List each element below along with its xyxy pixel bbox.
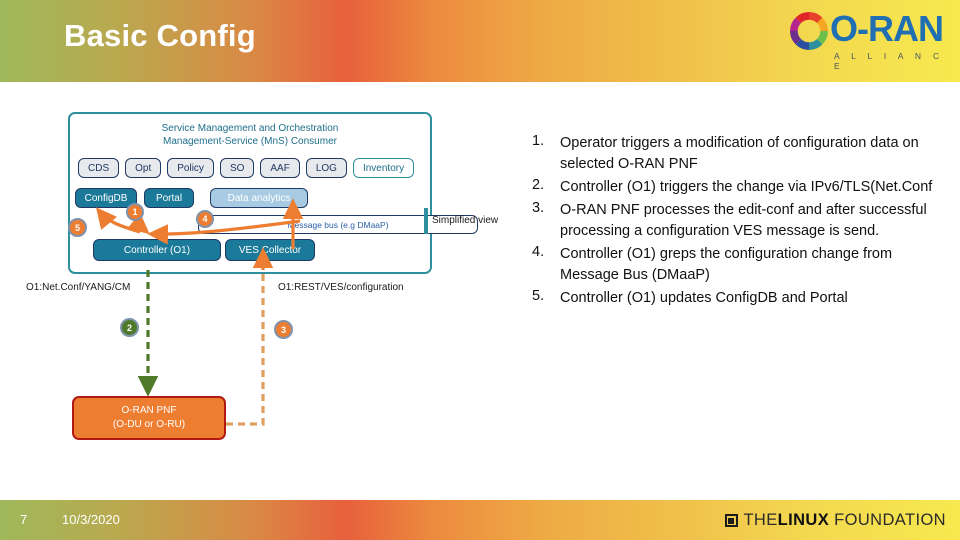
step-item-4: 4. Controller (O1) greps the configurati… bbox=[532, 244, 942, 286]
box-portal[interactable]: Portal bbox=[144, 188, 194, 208]
step-text-3: O-RAN PNF processes the edit-conf and af… bbox=[560, 202, 927, 239]
step-marker-2: 2 bbox=[120, 318, 139, 337]
step-text-2: Controller (O1) triggers the change via … bbox=[560, 179, 933, 195]
smo-title-line2: Management-Service (MnS) Consumer bbox=[163, 136, 337, 147]
interface-label-left: O1:Net.Conf/YANG/CM bbox=[26, 282, 131, 293]
step-text-5: Controller (O1) updates ConfigDB and Por… bbox=[560, 290, 848, 306]
pill-policy[interactable]: Policy bbox=[167, 158, 214, 178]
oran-alliance-logo: O-RAN A L L I A N C E bbox=[784, 7, 944, 71]
box-data-analytics[interactable]: Data analytics bbox=[210, 188, 308, 208]
step-marker-1: 1 bbox=[126, 203, 144, 221]
slide-footer: 7 10/3/2020 THELINUX FOUNDATION bbox=[0, 500, 960, 540]
box-ves-collector[interactable]: VES Collector bbox=[225, 239, 315, 261]
step-item-3: 3. O-RAN PNF processes the edit-conf and… bbox=[532, 200, 942, 242]
lf-foundation: FOUNDATION bbox=[834, 511, 946, 529]
box-controller-o1[interactable]: Controller (O1) bbox=[93, 239, 221, 261]
step-marker-4: 4 bbox=[196, 210, 214, 228]
pill-cds[interactable]: CDS bbox=[78, 158, 120, 178]
pill-inventory[interactable]: Inventory bbox=[352, 158, 415, 178]
step-item-5: 5. Controller (O1) updates ConfigDB and … bbox=[532, 288, 942, 309]
step-marker-5: 5 bbox=[68, 218, 87, 237]
step-marker-3: 3 bbox=[274, 320, 293, 339]
slide-date: 10/3/2020 bbox=[62, 512, 120, 527]
oran-logo-text: O-RAN bbox=[830, 8, 944, 49]
page-number: 7 bbox=[20, 512, 28, 527]
pill-opt[interactable]: Opt bbox=[125, 158, 162, 178]
smo-component-pills: CDS Opt Policy SO AAF LOG Inventory bbox=[78, 158, 415, 178]
pill-log[interactable]: LOG bbox=[305, 158, 347, 178]
step-item-1: 1. Operator triggers a modification of c… bbox=[532, 133, 942, 175]
slide-header: Basic Config O-RAN A L L I A N C E bbox=[0, 0, 960, 82]
smo-title: Service Management and Orchestration Man… bbox=[70, 122, 430, 148]
oran-logo-subtext: A L L I A N C E bbox=[834, 51, 944, 71]
linux-foundation-mark-icon bbox=[725, 514, 739, 527]
linux-foundation-logo: THELINUX FOUNDATION bbox=[725, 511, 946, 530]
step-text-4: Controller (O1) greps the configuration … bbox=[560, 246, 893, 283]
step-number-1: 1. bbox=[532, 133, 545, 149]
box-oran-pnf[interactable]: O-RAN PNF (O-DU or O-RU) bbox=[72, 396, 226, 440]
simplified-view-label: Simplified view bbox=[432, 215, 499, 226]
pill-aaf[interactable]: AAF bbox=[260, 158, 300, 178]
pill-so[interactable]: SO bbox=[219, 158, 255, 178]
pnf-label-line2: (O-DU or O-RU) bbox=[112, 419, 186, 430]
lf-the: THE bbox=[743, 511, 778, 529]
linux-foundation-text: THELINUX FOUNDATION bbox=[743, 511, 946, 530]
step-number-4: 4. bbox=[532, 244, 545, 260]
pnf-label-line1: O-RAN PNF bbox=[121, 405, 177, 416]
lf-linux: LINUX bbox=[777, 511, 830, 529]
step-number-3: 3. bbox=[532, 200, 545, 216]
step-item-2: 2. Controller (O1) triggers the change v… bbox=[532, 177, 942, 198]
steps-list: 1. Operator triggers a modification of c… bbox=[532, 133, 942, 309]
step-number-5: 5. bbox=[532, 288, 545, 304]
step-text-1: Operator triggers a modification of conf… bbox=[560, 135, 919, 172]
smo-container: Service Management and Orchestration Man… bbox=[68, 112, 478, 274]
step-number-2: 2. bbox=[532, 177, 545, 193]
oran-swirl-icon bbox=[790, 12, 828, 50]
smo-title-line1: Service Management and Orchestration bbox=[161, 123, 339, 134]
interface-label-right: O1:REST/VES/configuration bbox=[278, 282, 404, 293]
page-title: Basic Config bbox=[64, 18, 256, 53]
